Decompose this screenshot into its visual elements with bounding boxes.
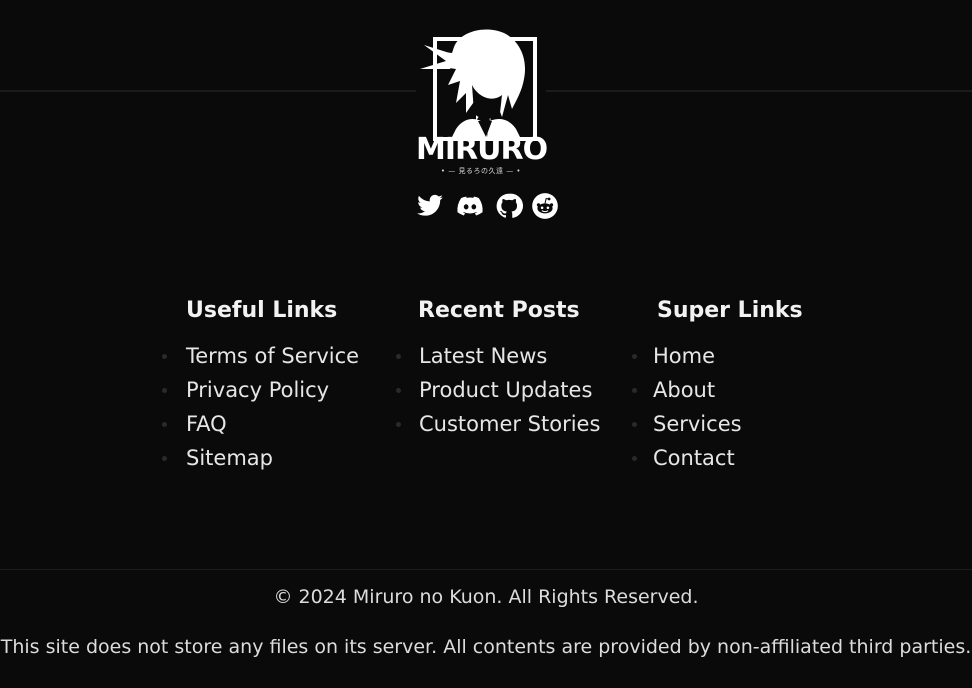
bullet-dot (162, 354, 167, 359)
link-label: Privacy Policy (186, 378, 330, 402)
link-label: Terms of Service (186, 344, 360, 368)
bullet-dot (162, 422, 167, 427)
recent-posts-list: Latest News Product Updates Customer Sto… (396, 339, 601, 441)
twitter-icon (417, 194, 443, 216)
footer-link-about[interactable]: About (632, 373, 803, 407)
social-links (416, 192, 562, 220)
disclaimer-text: This site does not store any files on it… (0, 636, 972, 658)
site-logo[interactable]: MIRURO • — 見るろの久遠 — • (416, 25, 548, 180)
logo-subtitle: • — 見るろの久遠 — • (440, 167, 522, 175)
link-label: About (653, 378, 716, 402)
footer-link-product-updates[interactable]: Product Updates (396, 373, 600, 407)
link-label: Services (653, 412, 742, 436)
reddit-icon (532, 193, 558, 219)
link-label: Customer Stories (419, 412, 601, 436)
discord-link[interactable] (456, 192, 484, 220)
bullet-dot (632, 388, 637, 393)
footer-link-home[interactable]: Home (632, 339, 803, 373)
reddit-link[interactable] (531, 192, 559, 220)
recent-posts-title: Recent Posts (418, 298, 580, 323)
logo-character-icon (420, 29, 526, 137)
copyright-text: © 2024 Miruro no Kuon. All Rights Reserv… (273, 586, 699, 608)
bullet-dot (162, 456, 167, 461)
bullet-dot (162, 388, 167, 393)
twitter-link[interactable] (416, 192, 444, 220)
github-icon (496, 193, 523, 218)
recent-posts-column: Recent Posts Latest News Product Updates… (396, 297, 601, 441)
useful-links-title: Useful Links (186, 298, 338, 323)
bullet-dot (396, 422, 401, 427)
bullet-dot (632, 422, 637, 427)
bullet-dot (396, 354, 401, 359)
link-label: Home (653, 344, 716, 368)
bullet-dot (396, 388, 401, 393)
super-links-column: Super Links Home About Services Contact (632, 297, 803, 475)
footer-link-customer-stories[interactable]: Customer Stories (396, 407, 601, 441)
useful-links-column: Useful Links Terms of Service Privacy Po… (162, 297, 360, 475)
footer-link-terms[interactable]: Terms of Service (162, 339, 360, 373)
footer-link-contact[interactable]: Contact (632, 441, 803, 475)
link-label: FAQ (186, 412, 227, 436)
link-label: Sitemap (186, 446, 273, 470)
footer-link-services[interactable]: Services (632, 407, 803, 441)
footer-divider (0, 569, 972, 570)
bullet-dot (632, 354, 637, 359)
github-link[interactable] (495, 192, 523, 220)
super-links-list: Home About Services Contact (632, 339, 803, 475)
footer-link-privacy[interactable]: Privacy Policy (162, 373, 359, 407)
footer-link-faq[interactable]: FAQ (162, 407, 359, 441)
link-label: Contact (653, 446, 735, 470)
bullet-dot (632, 456, 637, 461)
footer-link-sitemap[interactable]: Sitemap (162, 441, 359, 475)
discord-icon (457, 196, 483, 216)
logo-wordmark: MIRURO (416, 132, 548, 167)
useful-links-list: Terms of Service Privacy Policy FAQ Site… (162, 339, 360, 475)
link-label: Product Updates (419, 378, 593, 402)
link-label: Latest News (419, 344, 548, 368)
footer-link-latest-news[interactable]: Latest News (396, 339, 600, 373)
super-links-title: Super Links (657, 298, 803, 323)
